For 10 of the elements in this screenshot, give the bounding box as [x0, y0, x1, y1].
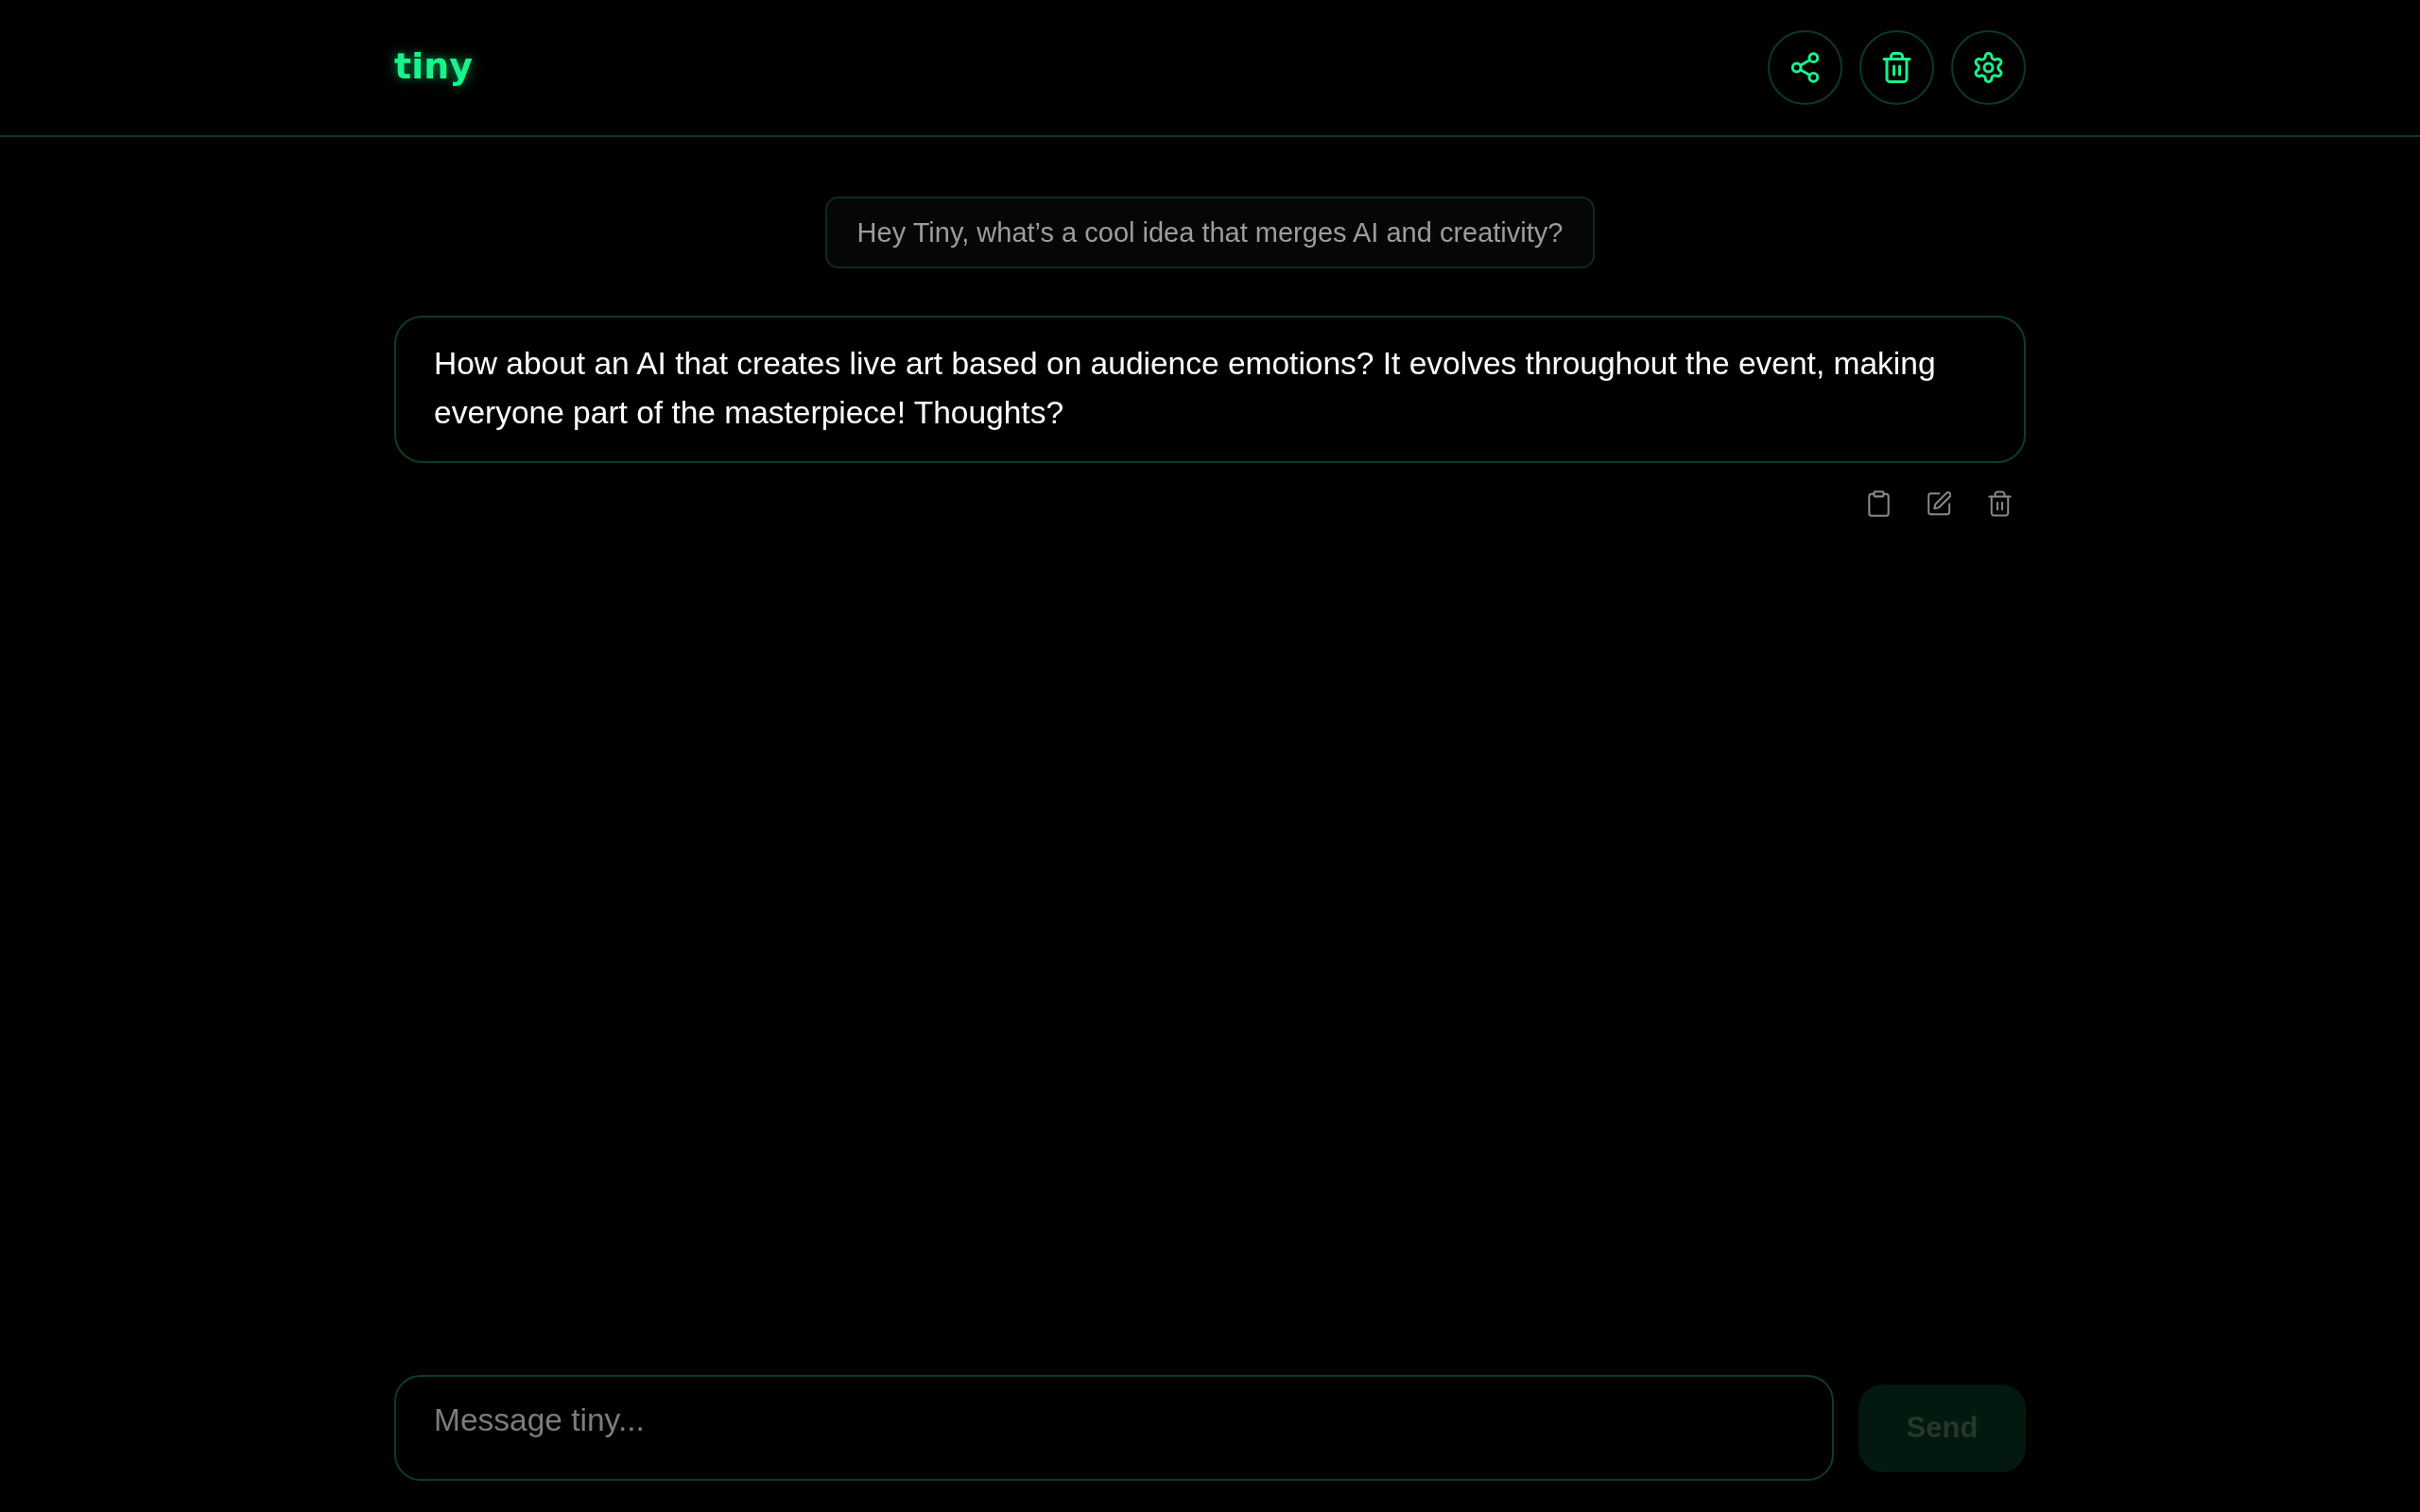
- app-logo: tiny: [394, 47, 473, 88]
- trash-icon: [1882, 52, 1911, 83]
- edit-icon: [1927, 490, 1951, 517]
- message-input[interactable]: Message tiny...: [394, 1375, 1834, 1481]
- user-message: Hey Tiny, what’s a cool idea that merges AI and creativity?: [824, 197, 1596, 268]
- trash-icon: [1988, 490, 2012, 517]
- share-icon: [1790, 52, 1820, 83]
- settings-icon: [1974, 52, 2003, 83]
- assistant-message: How about an AI that creates live art based on audience emotions? It evolves throughout the event, making everyone part of the masterpiece! Thoughts?: [394, 316, 2026, 463]
- copy-icon: [1867, 490, 1891, 517]
